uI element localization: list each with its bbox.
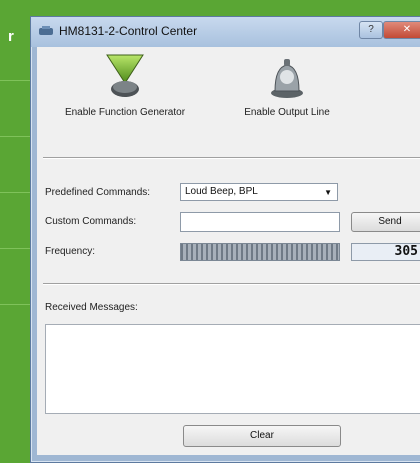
chevron-down-icon: ▼ <box>324 188 332 197</box>
send-button[interactable]: Send <box>351 212 420 232</box>
predefined-commands-label: Predefined Commands: <box>45 187 151 198</box>
received-messages-box[interactable] <box>45 324 420 414</box>
window-title: HM8131-2-Control Center <box>59 24 198 38</box>
app-window: HM8131-2-Control Center ? ✕ Enable Funct… <box>30 16 420 463</box>
frequency-label: Frequency: <box>45 246 96 257</box>
title-bar[interactable]: HM8131-2-Control Center ? ✕ <box>31 17 420 47</box>
predefined-commands-value: Loud Beep, BPL <box>185 186 258 197</box>
client-area: Enable Function Generator Enable Output … <box>37 47 420 455</box>
received-messages-label: Received Messages: <box>45 302 138 313</box>
frequency-value[interactable]: 305 <box>351 243 420 261</box>
background-partial-text: r <box>8 28 14 45</box>
enable-output-line-button[interactable]: Enable Output Line <box>227 53 347 118</box>
frequency-slider[interactable] <box>180 243 340 261</box>
help-button[interactable]: ? <box>359 21 383 39</box>
clear-button[interactable]: Clear <box>183 425 341 447</box>
custom-commands-input[interactable] <box>180 212 340 232</box>
close-button[interactable]: ✕ <box>383 21 420 39</box>
enable-function-generator-button[interactable]: Enable Function Generator <box>55 53 195 118</box>
section-divider <box>43 283 420 285</box>
section-divider <box>43 157 420 159</box>
custom-commands-label: Custom Commands: <box>45 216 137 227</box>
bell-icon <box>271 59 303 98</box>
enable-function-generator-label: Enable Function Generator <box>64 107 186 118</box>
enable-output-line-label: Enable Output Line <box>244 107 330 118</box>
app-icon <box>39 26 53 35</box>
funnel-icon <box>106 54 144 97</box>
predefined-commands-select[interactable]: Loud Beep, BPL ▼ <box>180 183 338 201</box>
